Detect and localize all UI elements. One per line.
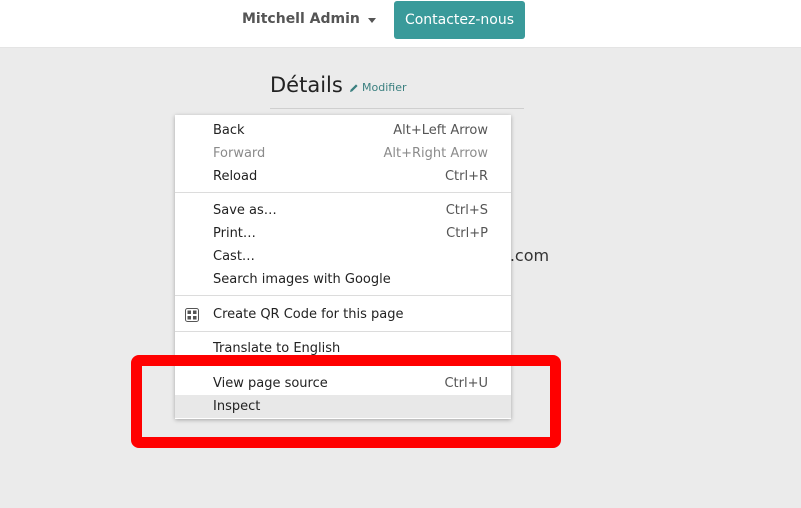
menu-item-search-images[interactable]: Search images with Google bbox=[175, 268, 511, 291]
menu-item-label: Print… bbox=[213, 226, 256, 241]
details-divider bbox=[270, 108, 524, 109]
menu-item-shortcut: Ctrl+S bbox=[445, 203, 488, 218]
menu-item-cast[interactable]: Cast… bbox=[175, 245, 511, 268]
menu-item-label: Back bbox=[213, 123, 245, 138]
menu-item-label: Search images with Google bbox=[213, 272, 391, 287]
menu-item-save-as[interactable]: Save as… Ctrl+S bbox=[175, 199, 511, 222]
menu-item-shortcut: Ctrl+R bbox=[444, 169, 488, 184]
menu-separator bbox=[175, 295, 511, 296]
contact-us-button[interactable]: Contactez-nous bbox=[394, 1, 525, 39]
menu-item-reload[interactable]: Reload Ctrl+R bbox=[175, 165, 511, 188]
menu-item-print[interactable]: Print… Ctrl+P bbox=[175, 222, 511, 245]
menu-item-shortcut: Ctrl+P bbox=[446, 226, 488, 241]
menu-item-label: Cast… bbox=[213, 249, 255, 264]
menu-item-label: Reload bbox=[213, 169, 258, 184]
user-name: Mitchell Admin bbox=[242, 11, 360, 27]
menu-separator bbox=[175, 192, 511, 193]
menu-item-shortcut: Alt+Right Arrow bbox=[383, 146, 488, 161]
menu-item-forward[interactable]: Forward Alt+Right Arrow bbox=[175, 142, 511, 165]
menu-item-label: Translate to English bbox=[213, 341, 341, 356]
pencil-icon bbox=[350, 83, 358, 92]
menu-item-label: Save as… bbox=[213, 203, 277, 218]
menu-item-label: Create QR Code for this page bbox=[213, 307, 404, 322]
menu-item-shortcut: Alt+Left Arrow bbox=[393, 123, 488, 138]
details-heading: Détails bbox=[270, 73, 343, 97]
menu-item-qr-code[interactable]: Create QR Code for this page bbox=[175, 303, 511, 326]
qr-code-icon bbox=[185, 308, 199, 322]
highlight-annotation bbox=[131, 355, 561, 448]
menu-item-label: Forward bbox=[213, 146, 266, 161]
chevron-down-icon bbox=[367, 17, 376, 23]
edit-link[interactable]: Modifier bbox=[349, 81, 406, 94]
user-menu-dropdown[interactable]: Mitchell Admin bbox=[242, 11, 376, 27]
menu-separator bbox=[175, 331, 511, 332]
edit-link-label: Modifier bbox=[362, 81, 407, 94]
menu-item-back[interactable]: Back Alt+Left Arrow bbox=[175, 119, 511, 142]
top-navbar: Mitchell Admin Contactez-nous bbox=[0, 0, 801, 48]
